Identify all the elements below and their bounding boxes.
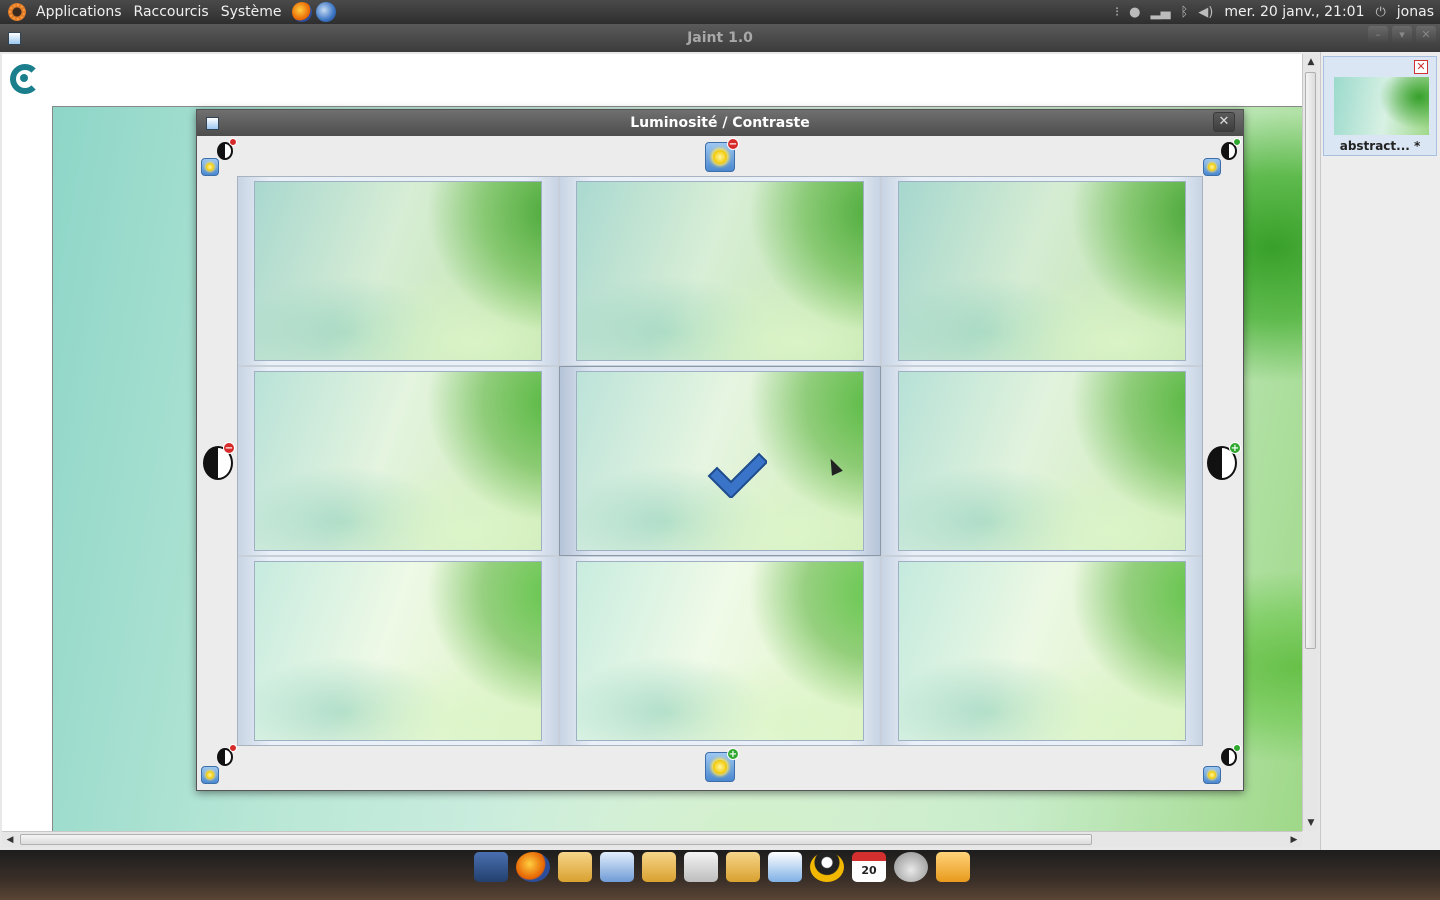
minus-badge-icon <box>229 138 237 146</box>
maximize-button[interactable]: ▾ <box>1392 26 1412 42</box>
horizontal-scroll-thumb[interactable] <box>20 834 1092 845</box>
top-panel: Applications Raccourcis Système ⁝ ● ▂▄ ᛒ… <box>0 0 1440 24</box>
sun-icon <box>1203 766 1221 784</box>
messaging-icon[interactable]: ⁝ <box>1115 5 1119 20</box>
increase-brightness-button[interactable]: + <box>705 748 741 784</box>
image-tab-thumbnail[interactable] <box>1334 77 1429 135</box>
dock-calendar-icon[interactable]: 20 <box>852 852 886 882</box>
app-window-icon[interactable] <box>8 32 21 45</box>
preview-cell[interactable] <box>238 557 558 745</box>
ubuntu-logo-icon[interactable] <box>8 3 26 21</box>
jaint-logo-icon[interactable] <box>10 64 40 94</box>
increase-contrast-decrease-brightness-button[interactable] <box>1203 138 1241 178</box>
image-tabs-panel: ✕ abstract... * <box>1320 52 1440 850</box>
preview-thumbnail[interactable] <box>576 181 864 361</box>
app-title: Jaint 1.0 <box>687 30 753 46</box>
dialog-close-button[interactable]: ✕ <box>1213 112 1235 132</box>
menu-applications[interactable]: Applications <box>30 4 128 20</box>
brightness-contrast-dialog: Luminosité / Contraste ✕ − − + + <box>196 109 1244 791</box>
image-tab-label: abstract... * <box>1339 139 1421 153</box>
dock-cloud-app-icon[interactable] <box>894 852 928 882</box>
preview-thumbnail[interactable] <box>576 561 864 741</box>
window-controls: – ▾ ✕ <box>1368 26 1436 42</box>
decrease-brightness-contrast-button[interactable] <box>201 138 237 178</box>
scroll-down-arrow-icon[interactable]: ▼ <box>1303 815 1319 831</box>
firefox-launcher-icon[interactable] <box>291 2 312 22</box>
dock-trash-icon[interactable] <box>936 852 970 882</box>
dock-folder-icon[interactable] <box>726 852 760 882</box>
scroll-right-arrow-icon[interactable]: ▶ <box>1286 832 1302 848</box>
preview-cell[interactable] <box>882 367 1202 555</box>
preview-thumbnail[interactable] <box>254 181 542 361</box>
thunderbird-launcher-icon[interactable] <box>315 2 336 22</box>
dock-folder-icon[interactable] <box>642 852 676 882</box>
dock: 20 <box>448 852 994 900</box>
panel-tray: ⁝ ● ▂▄ ᛒ ◀) mer. 20 janv., 21:01 ⏻ jonas <box>1110 0 1440 24</box>
horizontal-scrollbar[interactable]: ◀ ▶ <box>2 831 1302 847</box>
dialog-titlebar[interactable]: Luminosité / Contraste ✕ <box>197 110 1243 136</box>
bluetooth-icon[interactable]: ᛒ <box>1180 5 1188 20</box>
decrease-contrast-button[interactable]: − <box>201 440 241 482</box>
preview-grid <box>237 176 1203 746</box>
dock-cube-app-icon[interactable] <box>600 852 634 882</box>
decrease-contrast-increase-brightness-button[interactable] <box>201 744 237 786</box>
increase-contrast-button[interactable]: + <box>1205 440 1245 482</box>
menu-systeme[interactable]: Système <box>215 4 288 20</box>
dock-folder-icon[interactable] <box>558 852 592 882</box>
dock-image-viewer-icon[interactable] <box>684 852 718 882</box>
dock-dock-files-icon[interactable] <box>474 852 508 882</box>
minus-badge-icon: − <box>727 138 739 150</box>
dock-firefox-icon[interactable] <box>516 852 550 882</box>
preview-cell[interactable] <box>238 367 558 555</box>
preview-cell[interactable] <box>238 177 558 365</box>
increase-brightness-contrast-button[interactable] <box>1203 744 1241 786</box>
minus-badge-icon <box>229 744 237 752</box>
app-titlebar[interactable]: Jaint 1.0 – ▾ ✕ <box>0 24 1440 52</box>
plus-badge-icon: + <box>727 748 739 760</box>
minus-badge-icon: − <box>223 442 235 454</box>
dialog-title: Luminosité / Contraste <box>630 115 810 131</box>
preview-thumbnail[interactable] <box>576 371 864 551</box>
panel-user[interactable]: jonas <box>1397 4 1434 20</box>
preview-thumbnail[interactable] <box>898 371 1186 551</box>
sun-icon <box>1203 158 1221 176</box>
user-status-icon[interactable]: ● <box>1129 5 1140 20</box>
image-tab[interactable]: ✕ abstract... * <box>1323 56 1437 156</box>
preview-thumbnail[interactable] <box>898 561 1186 741</box>
plus-badge-icon: + <box>1229 442 1241 454</box>
panel-clock[interactable]: mer. 20 janv., 21:01 <box>1224 4 1364 20</box>
preview-cell[interactable] <box>559 366 881 556</box>
mouse-cursor-icon <box>825 456 843 476</box>
volume-icon[interactable]: ◀) <box>1198 5 1213 20</box>
sun-icon <box>201 158 219 176</box>
network-signal-icon[interactable]: ▂▄ <box>1150 5 1170 20</box>
dock-jaint-icon[interactable] <box>768 852 802 882</box>
sun-icon <box>201 766 219 784</box>
preview-cell[interactable] <box>882 177 1202 365</box>
minimize-button[interactable]: – <box>1368 26 1388 42</box>
close-window-button[interactable]: ✕ <box>1416 26 1436 42</box>
plus-badge-icon <box>1233 138 1241 146</box>
scroll-left-arrow-icon[interactable]: ◀ <box>2 832 18 848</box>
power-icon[interactable]: ⏻ <box>1376 5 1386 20</box>
vertical-scroll-thumb[interactable] <box>1305 72 1316 649</box>
scroll-up-arrow-icon[interactable]: ▲ <box>1303 54 1319 70</box>
checkmark-icon[interactable] <box>707 452 767 498</box>
close-tab-icon[interactable]: ✕ <box>1414 60 1428 74</box>
dock-tux-icon[interactable] <box>810 852 844 882</box>
decrease-brightness-button[interactable]: − <box>705 138 741 174</box>
preview-thumbnail[interactable] <box>898 181 1186 361</box>
menu-raccourcis[interactable]: Raccourcis <box>128 4 215 20</box>
preview-cell[interactable] <box>882 557 1202 745</box>
dialog-window-icon[interactable] <box>206 117 219 130</box>
preview-thumbnail[interactable] <box>254 371 542 551</box>
preview-thumbnail[interactable] <box>254 561 542 741</box>
plus-badge-icon <box>1233 744 1241 752</box>
preview-cell[interactable] <box>560 177 880 365</box>
preview-cell[interactable] <box>560 557 880 745</box>
vertical-scrollbar[interactable]: ▲ ▼ <box>1302 54 1318 831</box>
